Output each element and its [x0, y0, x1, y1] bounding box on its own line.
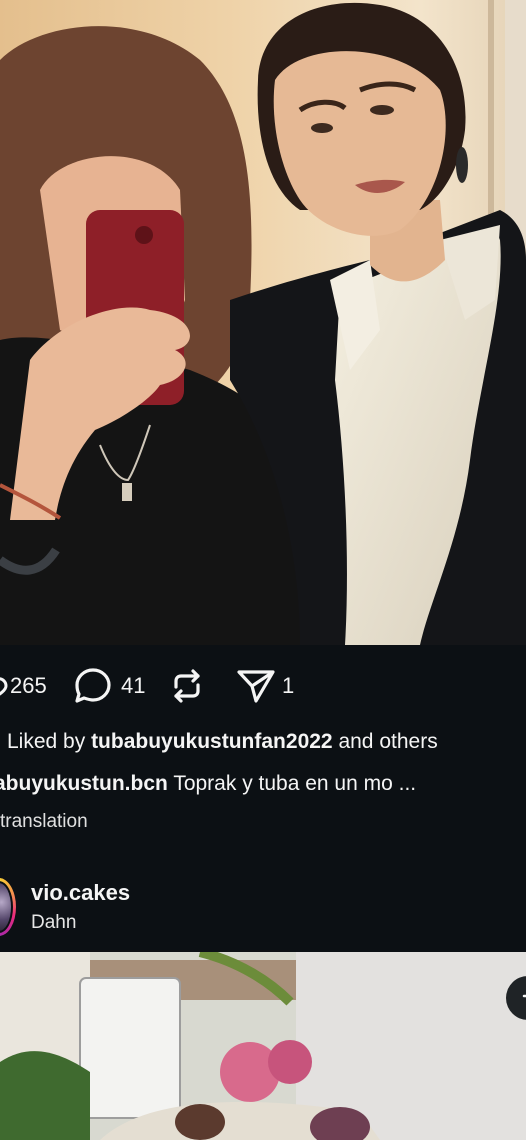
- share-count: 1: [282, 673, 295, 698]
- post-photo-image: [0, 0, 526, 645]
- share-button[interactable]: 1: [236, 660, 294, 712]
- send-paper-plane-icon: [236, 667, 276, 705]
- next-post-header: vio.cakes Dahn: [0, 876, 526, 942]
- liked-by-user-link[interactable]: tubabuyukustunfan2022: [91, 730, 333, 753]
- post-actions-bar: 265 41 1: [0, 660, 526, 712]
- caption-author-link[interactable]: abuyukustun.bcn: [0, 772, 168, 795]
- liked-by-line: Liked by tubabuyukustunfan2022 and other…: [7, 730, 438, 754]
- heart-icon: [0, 672, 8, 700]
- next-post-photo-image: [0, 952, 526, 1140]
- like-count: 265: [10, 673, 47, 698]
- see-translation-link[interactable]: translation: [0, 811, 88, 833]
- repost-button[interactable]: [168, 660, 212, 712]
- liked-by-prefix: Liked by: [7, 730, 86, 753]
- avatar[interactable]: [0, 878, 16, 936]
- next-post-author[interactable]: vio.cakes: [31, 880, 130, 906]
- repost-arrows-icon: [168, 667, 206, 705]
- avatar-image: [0, 883, 11, 931]
- comment-button[interactable]: 41: [73, 660, 145, 712]
- like-button[interactable]: 265: [0, 660, 47, 712]
- next-post-subtitle: Dahn: [31, 912, 77, 933]
- comment-count: 41: [121, 673, 146, 698]
- caption-text: Toprak y tuba en un mo ...: [173, 772, 417, 795]
- caption[interactable]: abuyukustun.bcn Toprak y tuba en un mo .…: [0, 772, 416, 796]
- comment-bubble-icon: [73, 666, 113, 706]
- next-post-photo[interactable]: [0, 952, 526, 1140]
- more-icon: [520, 988, 526, 1009]
- avatar-ring-inner: [0, 881, 13, 933]
- liked-by-suffix[interactable]: and others: [338, 730, 437, 753]
- post-photo[interactable]: [0, 0, 526, 645]
